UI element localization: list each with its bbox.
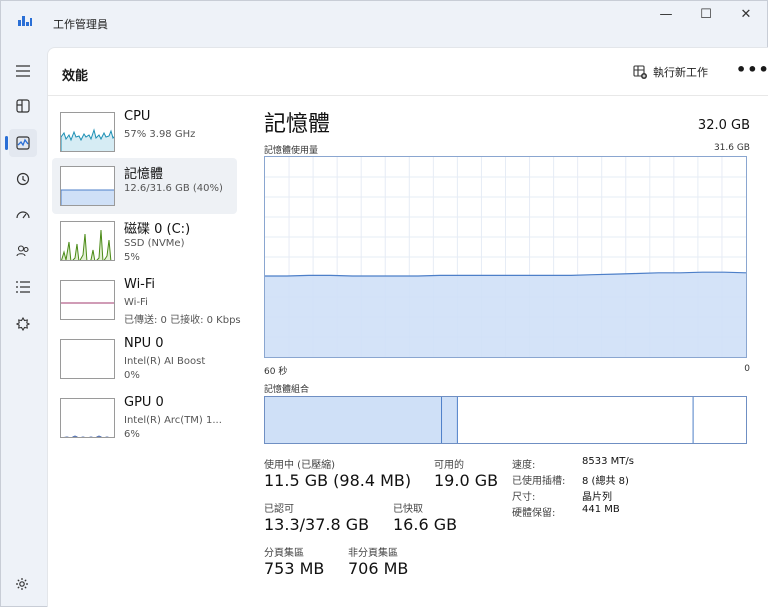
- resource-item-memory[interactable]: 記憶體 12.6/31.6 GB (40%): [52, 158, 237, 214]
- hardware-reserved-label: 硬體保留:: [512, 508, 556, 519]
- detail-title: 記憶體: [264, 112, 331, 137]
- window-title: 工作管理員: [53, 18, 108, 31]
- slots-value: 8 (總共 8): [582, 476, 629, 487]
- resource-detail: Intel(R) Arc(TM) 1...: [124, 415, 222, 426]
- hardware-reserved-value: 441 MB: [582, 504, 620, 515]
- resource-name: 磁碟 0 (C:): [124, 222, 191, 237]
- startup-apps-icon[interactable]: [9, 201, 37, 229]
- cpu-thumbnail-graph: [60, 112, 115, 152]
- users-icon[interactable]: [9, 237, 37, 265]
- committed-value: 13.3/37.8 GB: [264, 515, 370, 534]
- resource-item-npu[interactable]: NPU 0 Intel(R) AI Boost 0%: [52, 331, 237, 387]
- usage-graph-max: 31.6 GB: [713, 143, 750, 153]
- in-use-label: 使用中 (已壓縮): [264, 460, 335, 471]
- header-bar: 效能 執行新工作 •••: [48, 48, 768, 96]
- resource-item-disk[interactable]: 磁碟 0 (C:) SSD (NVMe) 5%: [52, 213, 237, 269]
- gpu-thumbnail-graph: [60, 398, 115, 438]
- resource-usage: 5%: [124, 252, 140, 263]
- title-bar: 工作管理員 — ☐ ✕: [1, 1, 767, 31]
- memory-composition-chart: [265, 397, 746, 443]
- speed-value: 8533 MT/s: [582, 456, 634, 467]
- total-memory: 32.0 GB: [697, 118, 750, 133]
- cached-value: 16.6 GB: [393, 515, 458, 534]
- form-factor-label: 尺寸:: [512, 492, 536, 503]
- graph-time-left: 60 秒: [264, 367, 288, 377]
- resource-item-wifi[interactable]: Wi-Fi Wi-Fi 已傳送: 0 已接收: 0 Kbps: [52, 272, 241, 328]
- committed-label: 已認可: [264, 504, 294, 515]
- close-button[interactable]: ✕: [732, 5, 760, 25]
- details-icon[interactable]: [9, 273, 37, 301]
- resource-name: 記憶體: [124, 167, 164, 182]
- paged-pool-label: 分頁集區: [264, 548, 304, 559]
- wifi-thumbnail-graph: [60, 280, 115, 320]
- maximize-button[interactable]: ☐: [692, 5, 720, 25]
- resource-detail: 12.6/31.6 GB (40%): [124, 183, 223, 194]
- minimize-button[interactable]: —: [652, 5, 680, 25]
- services-icon[interactable]: [9, 310, 37, 338]
- memory-thumbnail-graph: [60, 166, 115, 206]
- navigation-rail: [1, 49, 47, 607]
- available-label: 可用的: [434, 460, 464, 471]
- in-use-value: 11.5 GB (98.4 MB): [264, 471, 412, 490]
- nonpaged-pool-label: 非分頁集區: [348, 548, 398, 559]
- available-value: 19.0 GB: [434, 471, 499, 490]
- speed-label: 速度:: [512, 460, 536, 471]
- composition-segment-standby: [457, 397, 694, 443]
- run-new-task-button[interactable]: 執行新工作: [633, 64, 708, 80]
- resource-name: Wi-Fi: [124, 277, 156, 292]
- composition-segment-modified: [441, 397, 458, 443]
- memory-usage-chart: [265, 157, 747, 357]
- resource-name: CPU: [124, 109, 151, 124]
- hamburger-icon[interactable]: [9, 57, 37, 85]
- resource-usage: 0%: [124, 370, 140, 381]
- processes-icon[interactable]: [9, 92, 37, 120]
- task-manager-window: 工作管理員 — ☐ ✕ 效能 執行新工作 ••• CPU 57% 3.98 GH…: [0, 0, 768, 607]
- usage-graph-label: 記憶體使用量: [264, 146, 319, 156]
- disk-thumbnail-graph: [60, 221, 115, 261]
- npu-thumbnail-graph: [60, 339, 115, 379]
- memory-composition-bar: [264, 396, 747, 444]
- memory-usage-graph: [264, 156, 747, 358]
- form-factor-value: 晶片列: [582, 492, 612, 503]
- main-panel: 效能 執行新工作 ••• CPU 57% 3.98 GHz 記憶體 12.6/3…: [47, 47, 768, 607]
- composition-segment-in-use: [265, 397, 442, 443]
- resource-detail: 57% 3.98 GHz: [124, 129, 196, 140]
- slots-label: 已使用插槽:: [512, 476, 566, 487]
- memory-usage-area: [265, 272, 746, 357]
- performance-icon[interactable]: [5, 129, 37, 157]
- more-options-button[interactable]: •••: [736, 60, 768, 79]
- paged-pool-value: 753 MB: [264, 559, 325, 578]
- resource-item-gpu[interactable]: GPU 0 Intel(R) Arc(TM) 1... 6%: [52, 390, 237, 446]
- task-manager-app-icon: [18, 16, 32, 26]
- resource-list: CPU 57% 3.98 GHz 記憶體 12.6/31.6 GB (40%): [48, 104, 241, 446]
- resource-detail: Intel(R) AI Boost: [124, 356, 206, 367]
- resource-item-cpu[interactable]: CPU 57% 3.98 GHz: [52, 104, 237, 160]
- graph-time-right: 0: [744, 364, 750, 374]
- resource-name: NPU 0: [124, 336, 164, 351]
- resource-usage: 6%: [124, 429, 140, 440]
- resource-name: GPU 0: [124, 395, 164, 410]
- resource-detail: SSD (NVMe): [124, 238, 185, 249]
- resource-usage: 已傳送: 0 已接收: 0 Kbps: [124, 315, 241, 326]
- composition-segment-free: [693, 397, 746, 443]
- cached-label: 已快取: [393, 504, 423, 515]
- run-task-icon: [633, 65, 647, 79]
- composition-label: 記憶體組合: [264, 385, 310, 395]
- run-new-task-label: 執行新工作: [653, 66, 708, 79]
- nonpaged-pool-value: 706 MB: [348, 559, 409, 578]
- page-title: 效能: [62, 69, 89, 84]
- settings-icon[interactable]: [15, 577, 29, 595]
- app-history-icon[interactable]: [9, 165, 37, 193]
- resource-detail: Wi-Fi: [124, 297, 148, 308]
